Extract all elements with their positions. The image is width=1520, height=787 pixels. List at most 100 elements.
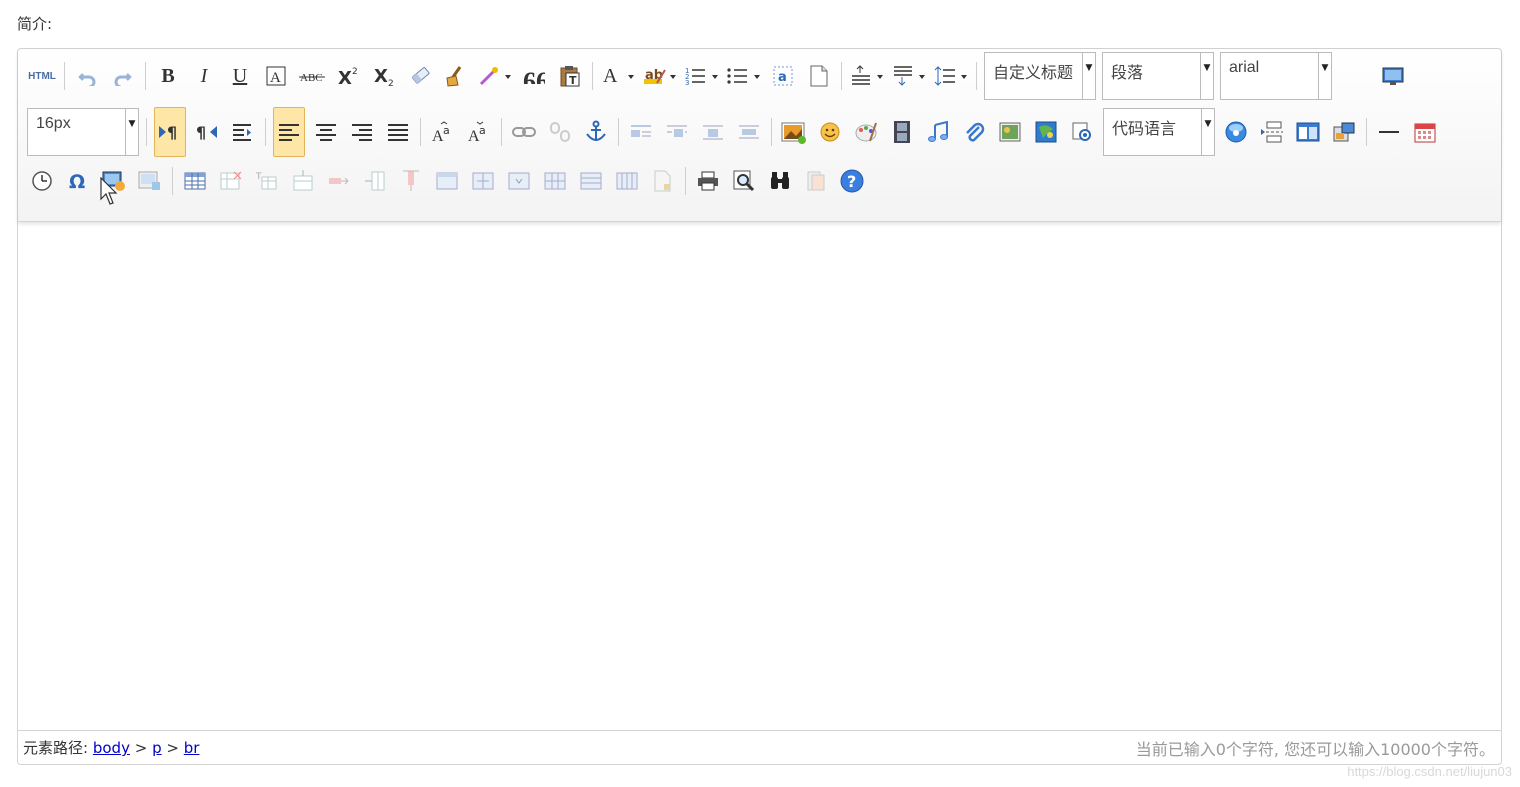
deletecol-icon[interactable] <box>396 166 426 196</box>
fullscreen-icon[interactable] <box>1378 61 1408 91</box>
chevron-down-icon[interactable]: ▼ <box>1201 109 1214 155</box>
help-icon[interactable]: ? <box>837 166 867 196</box>
svg-text:¶: ¶ <box>167 123 177 142</box>
scrawl-icon[interactable] <box>851 117 881 147</box>
imageright-icon[interactable] <box>698 117 728 147</box>
codelanguage-select[interactable]: 代码语言 ▼ <box>1103 108 1215 156</box>
deleterow-icon[interactable] <box>324 166 354 196</box>
editor-content-area[interactable] <box>18 222 1501 732</box>
mouse-cursor-icon <box>100 177 118 205</box>
pasteplain-icon[interactable]: T <box>555 61 585 91</box>
lineheight-icon[interactable] <box>933 61 969 91</box>
insertparagraphbeforetable-icon[interactable]: T <box>252 166 282 196</box>
align-left-button[interactable] <box>273 107 305 157</box>
rowspacingtop-icon[interactable] <box>849 61 885 91</box>
emotion-icon[interactable] <box>815 117 845 147</box>
print-icon[interactable] <box>693 166 723 196</box>
unlink-icon[interactable] <box>545 117 575 147</box>
formatpainter-icon[interactable] <box>441 61 471 91</box>
path-link-p[interactable]: p <box>152 739 162 757</box>
chevron-down-icon[interactable]: ▼ <box>1200 53 1213 99</box>
map-icon[interactable] <box>1031 117 1061 147</box>
unordered-list-icon[interactable] <box>726 61 762 91</box>
mergedown-icon[interactable] <box>504 166 534 196</box>
anchor-icon[interactable] <box>581 117 611 147</box>
chevron-down-icon[interactable]: ▼ <box>125 109 138 155</box>
backcolor-icon[interactable]: ab <box>642 61 678 91</box>
word-count: 当前已输入0个字符, 您还可以输入10000个字符。 <box>1135 739 1495 759</box>
indent-icon[interactable] <box>228 117 258 147</box>
preview-icon[interactable] <box>729 166 759 196</box>
drafts-icon[interactable] <box>801 166 831 196</box>
ordered-list-icon[interactable]: 123 <box>684 61 720 91</box>
wordimage-import-icon[interactable] <box>135 166 165 196</box>
paragraph-select[interactable]: 段落 ▼ <box>1102 52 1214 100</box>
link-icon[interactable] <box>509 117 539 147</box>
mergecells-icon[interactable] <box>432 166 462 196</box>
autotypeset-icon[interactable] <box>477 61 513 91</box>
imageleft-icon[interactable] <box>662 117 692 147</box>
charts-icon[interactable] <box>648 166 678 196</box>
horizontal-rule-icon[interactable] <box>1374 117 1404 147</box>
align-right-icon[interactable] <box>347 117 377 147</box>
redo-icon[interactable] <box>108 61 138 91</box>
chevron-down-icon[interactable]: ▼ <box>1318 53 1331 99</box>
tolowercase-icon[interactable]: Aa <box>464 117 494 147</box>
splittocells-icon[interactable] <box>540 166 570 196</box>
template-icon[interactable] <box>1067 117 1097 147</box>
inserttime-icon[interactable] <box>27 166 57 196</box>
deletetable-icon[interactable] <box>216 166 246 196</box>
splittocols-icon[interactable] <box>612 166 642 196</box>
touppercase-icon[interactable]: Aa <box>428 117 458 147</box>
splittorows-icon[interactable] <box>576 166 606 196</box>
insertframe-icon[interactable] <box>995 117 1025 147</box>
rich-text-editor: HTML B I U A ABC X2 X2 66 T A ab 123 a 自… <box>17 48 1502 765</box>
strikethrough-icon[interactable]: ABC <box>297 61 327 91</box>
pagebreak-icon[interactable] <box>1257 117 1287 147</box>
page-icon[interactable] <box>804 61 834 91</box>
undo-icon[interactable] <box>72 61 102 91</box>
imagecenter-icon[interactable] <box>734 117 764 147</box>
insertcol-icon[interactable] <box>360 166 390 196</box>
music-icon[interactable] <box>923 117 953 147</box>
underline-button[interactable]: U <box>225 61 255 91</box>
wordimage-icon[interactable] <box>1329 117 1359 147</box>
svg-text:a: a <box>443 124 450 137</box>
forecolor-button[interactable]: A <box>600 61 636 91</box>
bold-button[interactable]: B <box>153 61 183 91</box>
inserttable-icon[interactable] <box>180 166 210 196</box>
subscript-icon[interactable]: X2 <box>369 61 399 91</box>
align-center-icon[interactable] <box>311 117 341 147</box>
path-link-br[interactable]: br <box>184 739 200 757</box>
insertrow-icon[interactable] <box>288 166 318 196</box>
background-icon[interactable] <box>1293 117 1323 147</box>
fontborder-icon[interactable]: A <box>261 61 291 91</box>
insertimage-icon[interactable] <box>779 117 809 147</box>
imagenone-icon[interactable] <box>626 117 656 147</box>
rtl-direction-icon[interactable]: ¶ <box>192 117 222 147</box>
rowspacingbottom-icon[interactable] <box>891 61 927 91</box>
omega-icon[interactable]: Ω <box>63 166 93 196</box>
customstyle-select[interactable]: 自定义标题 ▼ <box>984 52 1096 100</box>
eraser-icon[interactable] <box>405 61 435 91</box>
align-justify-icon[interactable] <box>383 117 413 147</box>
mergeright-icon[interactable] <box>468 166 498 196</box>
chevron-down-icon[interactable]: ▼ <box>1082 53 1095 99</box>
source-html-button[interactable]: HTML <box>27 61 57 91</box>
italic-button[interactable]: I <box>189 61 219 91</box>
ltr-direction-button[interactable]: ¶ <box>154 107 186 157</box>
fontsize-select[interactable]: 16px ▼ <box>27 108 139 156</box>
blockquote-icon[interactable]: 66 <box>519 61 549 91</box>
svg-text:Ω: Ω <box>69 171 85 192</box>
superscript-icon[interactable]: X2 <box>333 61 363 91</box>
insertvideo-icon[interactable] <box>887 117 917 147</box>
webapp-icon[interactable] <box>1221 117 1251 147</box>
path-link-body[interactable]: body <box>93 739 130 757</box>
insertdate-icon[interactable] <box>1410 117 1440 147</box>
toolbar-row-1: HTML B I U A ABC X2 X2 66 T A ab 123 a 自… <box>24 49 1411 103</box>
fontfamily-select[interactable]: arial ▼ <box>1220 52 1332 100</box>
searchreplace-icon[interactable] <box>765 166 795 196</box>
directionality-icon[interactable]: a <box>768 61 798 91</box>
attachment-icon[interactable] <box>959 117 989 147</box>
svg-text:66: 66 <box>523 68 545 84</box>
